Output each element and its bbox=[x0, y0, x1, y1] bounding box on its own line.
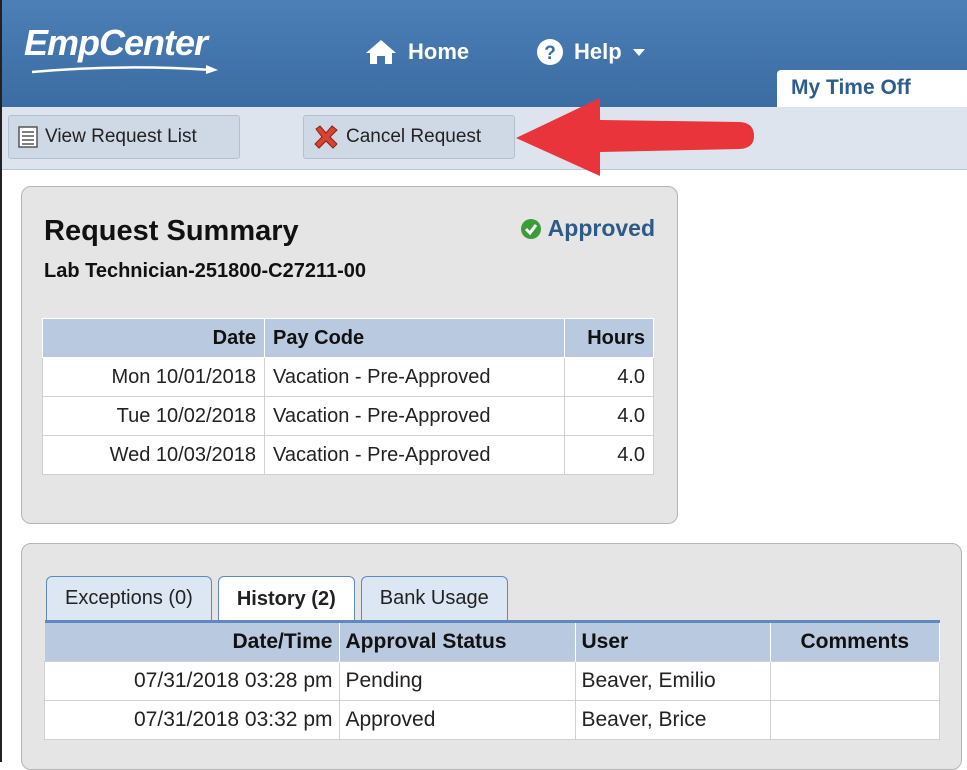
cell-approval-status: Pending bbox=[338, 661, 576, 701]
column-header-hours[interactable]: Hours bbox=[564, 318, 654, 358]
list-icon bbox=[18, 126, 38, 148]
view-request-list-button[interactable]: View Request List bbox=[8, 115, 240, 159]
nav-home-label: Home bbox=[408, 39, 470, 64]
table-row: Wed 10/03/2018 Vacation - Pre-Approved 4… bbox=[42, 435, 654, 475]
history-table: Date/Time Approval Status User Comments … bbox=[44, 620, 940, 740]
cell-date: Tue 10/02/2018 bbox=[42, 396, 265, 436]
table-row: 07/31/2018 03:28 pm Pending Beaver, Emil… bbox=[44, 661, 940, 701]
logo-swoosh-icon bbox=[31, 65, 218, 74]
nav-home[interactable]: Home bbox=[364, 38, 469, 66]
app-logo: EmpCenter bbox=[24, 22, 208, 63]
cell-date-time: 07/31/2018 03:32 pm bbox=[44, 700, 340, 740]
nav-help-label: Help bbox=[574, 39, 622, 64]
view-request-list-label: View Request List bbox=[45, 126, 197, 147]
chevron-down-icon bbox=[632, 49, 645, 56]
cell-pay-code: Vacation - Pre-Approved bbox=[264, 435, 565, 475]
cancel-x-icon bbox=[314, 125, 338, 149]
column-header-approval-status[interactable]: Approval Status bbox=[339, 621, 576, 662]
annotation-arrow-icon bbox=[516, 98, 754, 176]
column-header-date-time[interactable]: Date/Time bbox=[44, 621, 340, 662]
home-icon bbox=[366, 40, 396, 64]
cell-hours: 4.0 bbox=[564, 435, 654, 475]
cell-comments bbox=[769, 700, 940, 740]
cell-pay-code: Vacation - Pre-Approved bbox=[264, 396, 565, 436]
request-summary-panel: Request Summary Approved Lab Technician-… bbox=[21, 186, 678, 524]
history-tabs: Exceptions (0) History (2) Bank Usage bbox=[46, 576, 508, 621]
tab-history[interactable]: History (2) bbox=[217, 576, 355, 621]
summary-subtitle: Lab Technician-251800-C27211-00 bbox=[44, 260, 367, 282]
column-header-user[interactable]: User bbox=[575, 621, 771, 662]
cell-approval-status: Approved bbox=[338, 700, 576, 740]
table-row: 07/31/2018 03:32 pm Approved Beaver, Bri… bbox=[44, 700, 940, 740]
app-header: EmpCenter Home ? Help My Time Off bbox=[2, 0, 967, 107]
status-label: Approved bbox=[547, 215, 655, 241]
cell-date-time: 07/31/2018 03:28 pm bbox=[44, 661, 340, 701]
status-badge: Approved bbox=[520, 215, 655, 242]
column-header-comments[interactable]: Comments bbox=[770, 621, 940, 662]
request-days-table: Date Pay Code Hours Mon 10/01/2018 Vacat… bbox=[42, 318, 654, 475]
table-row: Tue 10/02/2018 Vacation - Pre-Approved 4… bbox=[42, 396, 654, 436]
cancel-request-button[interactable]: Cancel Request bbox=[303, 115, 515, 159]
cell-date: Wed 10/03/2018 bbox=[42, 435, 265, 475]
toolbar: View Request List Cancel Request bbox=[2, 107, 967, 170]
cell-pay-code: Vacation - Pre-Approved bbox=[264, 357, 565, 397]
cell-comments bbox=[769, 661, 940, 701]
cancel-request-label: Cancel Request bbox=[346, 126, 482, 147]
history-panel: Exceptions (0) History (2) Bank Usage Da… bbox=[21, 543, 962, 770]
check-circle-icon bbox=[520, 218, 541, 239]
cell-hours: 4.0 bbox=[564, 357, 654, 397]
svg-text:?: ? bbox=[544, 43, 556, 64]
cell-user: Beaver, Brice bbox=[574, 700, 771, 740]
table-row: Mon 10/01/2018 Vacation - Pre-Approved 4… bbox=[42, 357, 654, 397]
column-header-pay-code[interactable]: Pay Code bbox=[264, 318, 565, 358]
cell-user: Beaver, Emilio bbox=[574, 661, 771, 701]
tab-exceptions[interactable]: Exceptions (0) bbox=[46, 576, 212, 620]
column-header-date[interactable]: Date bbox=[42, 318, 265, 358]
help-icon: ? bbox=[537, 39, 563, 65]
summary-title: Request Summary bbox=[44, 215, 299, 247]
cell-hours: 4.0 bbox=[564, 396, 654, 436]
tab-bank-usage[interactable]: Bank Usage bbox=[360, 576, 508, 620]
tab-my-time-off[interactable]: My Time Off bbox=[777, 70, 967, 107]
nav-help[interactable]: ? Help bbox=[536, 38, 646, 66]
cell-date: Mon 10/01/2018 bbox=[42, 357, 265, 397]
